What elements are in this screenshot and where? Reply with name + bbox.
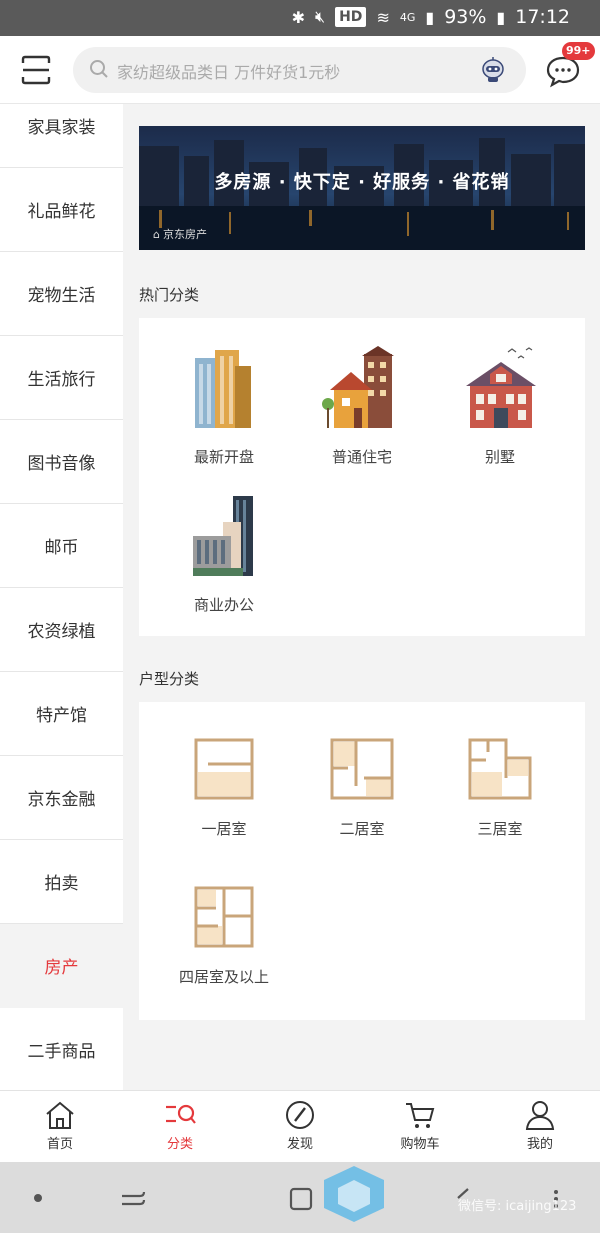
sidebar-item-gifts[interactable]: 礼品鲜花 — [0, 168, 123, 252]
sidebar-item-pets[interactable]: 宠物生活 — [0, 252, 123, 336]
floorplan-2-icon — [330, 738, 394, 800]
sidebar-item-label: 礼品鲜花 — [27, 202, 96, 222]
villa-icon — [466, 347, 536, 428]
layout-label: 三居室 — [477, 820, 523, 838]
cart-icon — [406, 1103, 435, 1128]
search-input[interactable]: 家纺超级品类日 万件好货1元秒 — [117, 59, 340, 83]
floorplan-3-icon — [468, 738, 532, 800]
category-label: 最新开盘 — [193, 448, 254, 466]
section-title-hot: 热门分类 — [139, 286, 200, 304]
status-icons: ✱ 🔇︎ HD ≋ 4G ▮ 93% ▮ 17:12 — [292, 6, 570, 28]
mute-icon: 🔇︎ — [315, 7, 326, 26]
layout-category-card: 一居室 二居室 三居室 四居室及以上 — [139, 702, 585, 1020]
sidebar-item-furniture[interactable]: 家具家装 — [0, 104, 123, 168]
promo-banner[interactable]: 多房源 · 快下定 · 好服务 · 省花销 ⌂ 京东房产 — [139, 126, 585, 250]
category-commercial-office[interactable]: 商业办公 — [154, 492, 294, 615]
top-bar: 家纺超级品类日 万件好货1元秒 99+ — [0, 36, 600, 104]
house-icon — [322, 346, 394, 428]
section-title-layout: 户型分类 — [139, 670, 200, 688]
category-sidebar: 家具家装 礼品鲜花 宠物生活 生活旅行 图书音像 邮币 农资绿植 特产馆 京东金… — [0, 104, 123, 1090]
category-label: 普通住宅 — [331, 448, 392, 466]
sidebar-item-label: 房产 — [44, 958, 79, 978]
layout-label: 四居室及以上 — [178, 968, 269, 986]
status-bar: ✱ 🔇︎ HD ≋ 4G ▮ 93% ▮ 17:12 — [0, 0, 600, 36]
sidebar-item-label: 京东金融 — [27, 790, 96, 810]
banner-logo-text: 京东房产 — [162, 228, 207, 241]
sidebar-item-label: 生活旅行 — [27, 370, 96, 390]
nav-label: 分类 — [166, 1137, 193, 1152]
sidebar-item-stamps[interactable]: 邮币 — [0, 504, 123, 588]
watermark-text: 微信号: icaijing123 — [458, 1199, 577, 1214]
house-logo-icon: ⌂ — [153, 227, 160, 241]
sidebar-item-label: 二手商品 — [27, 1042, 96, 1062]
floorplan-1-icon — [194, 738, 254, 800]
category-villa[interactable]: 别墅 — [430, 344, 570, 467]
menu-icon — [21, 55, 51, 85]
signal-icon: ▮ — [425, 7, 435, 27]
category-label: 别墅 — [484, 448, 515, 466]
wifi-icon: ≋ — [376, 7, 390, 27]
nav-home[interactable]: 首页 — [20, 1099, 100, 1152]
banner-headline: 多房源 · 快下定 · 好服务 · 省花销 — [214, 172, 510, 193]
dot-icon[interactable] — [30, 1190, 46, 1206]
sidebar-item-travel[interactable]: 生活旅行 — [0, 336, 123, 420]
layout-label: 一居室 — [201, 820, 247, 838]
bottom-navigation: 首页 分类 发现 购物车 我的 — [0, 1090, 600, 1162]
sidebar-item-agriculture[interactable]: 农资绿植 — [0, 588, 123, 672]
sidebar-item-specialty[interactable]: 特产馆 — [0, 672, 123, 756]
floorplan-4-icon — [194, 886, 254, 948]
sidebar-item-label: 特产馆 — [36, 706, 87, 726]
nav-category[interactable]: 分类 — [140, 1099, 220, 1152]
sidebar-item-label: 宠物生活 — [27, 286, 96, 306]
category-label: 商业办公 — [193, 596, 254, 614]
sidebar-item-books[interactable]: 图书音像 — [0, 420, 123, 504]
system-navigation-bar: 微信号: icaijing123 — [0, 1162, 600, 1233]
layout-three-bedroom[interactable]: 三居室 — [430, 738, 570, 839]
category-residential[interactable]: 普通住宅 — [292, 344, 432, 467]
nav-cart[interactable]: 购物车 — [380, 1099, 460, 1152]
hot-category-card: 最新开盘 普通住宅 别墅 商业办公 — [139, 318, 585, 636]
sidebar-item-second-hand[interactable]: 二手商品 — [0, 1008, 123, 1090]
nav-label: 购物车 — [400, 1137, 440, 1152]
recent-apps-icon[interactable] — [118, 1186, 148, 1210]
category-new-launch[interactable]: 最新开盘 — [154, 344, 294, 467]
compass-icon — [286, 1101, 314, 1129]
category-content: 多房源 · 快下定 · 好服务 · 省花销 ⌂ 京东房产 热门分类 最新开盘 普… — [123, 104, 600, 1090]
sidebar-item-label: 农资绿植 — [27, 622, 96, 642]
nav-label: 首页 — [46, 1137, 73, 1152]
search-icon — [90, 60, 108, 78]
category-icon — [166, 1104, 196, 1124]
home-icon — [46, 1101, 74, 1129]
layout-label: 二居室 — [339, 820, 385, 838]
message-count-badge: 99+ — [562, 42, 595, 60]
user-icon — [525, 1101, 555, 1130]
highrise-icon — [195, 350, 251, 428]
clock: 17:12 — [515, 6, 570, 28]
nav-label: 我的 — [526, 1137, 553, 1152]
sidebar-item-auction[interactable]: 拍卖 — [0, 840, 123, 924]
sidebar-item-label: 家具家装 — [27, 118, 96, 138]
layout-two-bedroom[interactable]: 二居室 — [292, 738, 432, 839]
layout-four-plus-bedroom[interactable]: 四居室及以上 — [154, 886, 294, 987]
hd-badge: HD — [335, 7, 367, 27]
nav-discover[interactable]: 发现 — [260, 1099, 340, 1152]
sidebar-item-finance[interactable]: 京东金融 — [0, 756, 123, 840]
bluetooth-icon: ✱ — [291, 7, 305, 27]
banner-logo: ⌂ 京东房产 — [153, 226, 207, 242]
robot-assistant-icon[interactable] — [478, 55, 508, 85]
sidebar-item-label: 邮币 — [44, 538, 79, 558]
home-button-icon[interactable] — [288, 1186, 314, 1212]
nav-label: 发现 — [286, 1137, 313, 1152]
layout-one-bedroom[interactable]: 一居室 — [154, 738, 294, 839]
nav-mine[interactable]: 我的 — [500, 1099, 580, 1152]
sidebar-item-real-estate[interactable]: 房产 — [0, 924, 123, 1008]
battery-percent: 93% — [444, 6, 487, 28]
scan-menu-button[interactable] — [20, 54, 52, 86]
search-bar[interactable]: 家纺超级品类日 万件好货1元秒 — [73, 47, 526, 93]
battery-icon: ▮ — [496, 7, 506, 27]
network-label: 4G — [399, 10, 416, 24]
sidebar-item-label: 图书音像 — [27, 454, 96, 474]
sidebar-item-label: 拍卖 — [44, 874, 79, 894]
office-icon — [193, 496, 253, 576]
